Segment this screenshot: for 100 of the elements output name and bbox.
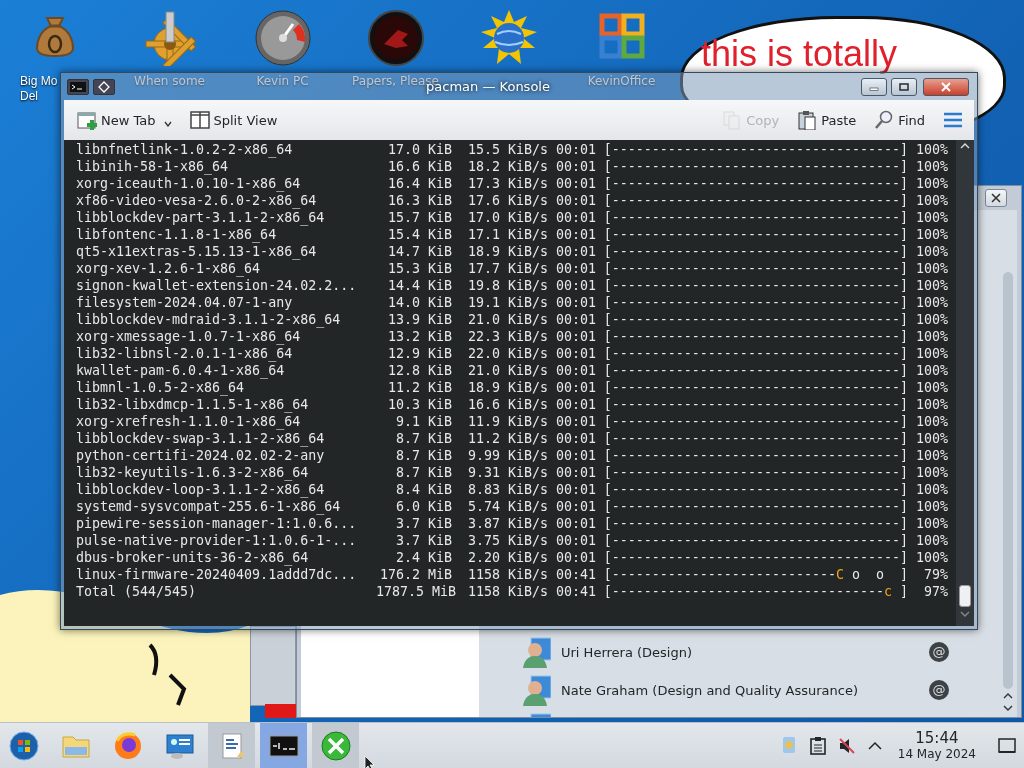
- download-speed: 17.0 KiB/s: [466, 209, 548, 226]
- download-size: 8.7 KiB: [394, 464, 452, 481]
- progress-text: [------------------------------------]: [602, 175, 908, 192]
- download-size: 15.3 KiB: [386, 260, 452, 277]
- scrollbar-thumb[interactable]: [959, 585, 971, 607]
- download-speed: 17.6 KiB/s: [466, 192, 548, 209]
- progress-text: [------------------------------------]: [602, 345, 908, 362]
- package-name: libnfnetlink-1.0.2-2-x86_64: [76, 141, 294, 158]
- package-name: pipewire-session-manager-1:1.0.6...: [76, 515, 358, 532]
- paste-button[interactable]: Paste: [794, 108, 860, 132]
- taskbar-app[interactable]: [312, 723, 359, 768]
- progress-text: [------------------------------------]: [602, 226, 908, 243]
- download-size: 12.8 KiB: [386, 362, 452, 379]
- percent: 100%: [914, 209, 948, 226]
- download-size: 13.9 KiB: [386, 311, 452, 328]
- percent: 100%: [914, 311, 948, 328]
- percent: 100%: [914, 362, 948, 379]
- progress-text: [------------------------------------]: [602, 498, 908, 515]
- copy-icon: [722, 110, 743, 130]
- package-name: python-certifi-2024.02.02-2-any: [76, 447, 326, 464]
- percent: 100%: [914, 328, 948, 345]
- split-view-button[interactable]: Split View: [186, 108, 281, 132]
- scrollbar[interactable]: [956, 140, 974, 626]
- download-speed: 18.9 KiB/s: [466, 379, 548, 396]
- person-icon: [521, 674, 551, 706]
- find-button[interactable]: Find: [871, 108, 928, 132]
- download-size: 10.3 KiB: [386, 396, 452, 413]
- percent: 100%: [914, 277, 948, 294]
- download-speed: 22.0 KiB/s: [466, 345, 548, 362]
- percent: 100%: [914, 447, 948, 464]
- email-button[interactable]: @: [929, 680, 949, 700]
- download-speed: 3.75 KiB/s: [466, 532, 548, 549]
- icon-label: KevinOffice: [587, 74, 656, 89]
- caret-down-icon: [163, 121, 172, 127]
- new-tab-icon: [77, 110, 97, 130]
- package-name: dbus-broker-units-36-2-x86_64: [76, 549, 310, 566]
- download-speed: 22.3 KiB/s: [466, 328, 548, 345]
- new-tab-button[interactable]: New Tab: [74, 108, 175, 132]
- person-icon: [521, 636, 551, 668]
- percent: 97%: [922, 583, 948, 600]
- elapsed-time: 00:01: [554, 260, 596, 277]
- icon-label: Big Mo Del: [20, 74, 59, 104]
- progress-text: [------------------------------------]: [602, 430, 908, 447]
- package-name: filesystem-2024.04.07-1-any: [76, 294, 294, 311]
- download-speed: 9.99 KiB/s: [466, 447, 548, 464]
- progress-text: [------------------------------------]: [602, 447, 908, 464]
- download-speed: 17.1 KiB/s: [466, 226, 548, 243]
- percent: 100%: [914, 260, 948, 277]
- progress-text: [------------------------------------]: [602, 328, 908, 345]
- close-button[interactable]: [985, 189, 1007, 207]
- elapsed-time: 00:01: [554, 430, 596, 447]
- download-size: 16.4 KiB: [386, 175, 452, 192]
- download-size: 2.4 KiB: [394, 549, 452, 566]
- progress-text: [------------------------------------]: [602, 243, 908, 260]
- tray-button[interactable]: [807, 734, 828, 757]
- download-speed: 16.6 KiB/s: [466, 396, 548, 413]
- percent: 100%: [914, 192, 948, 209]
- percent: 100%: [914, 413, 948, 430]
- percent: 100%: [914, 141, 948, 158]
- progress-text: [------------------------------------]: [602, 141, 908, 158]
- download-size: 15.4 KiB: [386, 226, 452, 243]
- icon-label: Kevin PC: [256, 74, 309, 89]
- package-name: kwallet-pam-6.0.4-1-x86_64: [76, 362, 286, 379]
- scrollbar[interactable]: [999, 210, 1017, 717]
- elapsed-time: 00:01: [554, 345, 596, 362]
- taskbar-app[interactable]: [260, 723, 307, 768]
- progress-text: [------------------------------------]: [602, 396, 908, 413]
- elapsed-time: 00:01: [554, 481, 596, 498]
- elapsed-time: 00:41: [554, 583, 596, 600]
- elapsed-time: 00:01: [554, 413, 596, 430]
- clock-button[interactable]: 15:44 14 May 2024: [897, 730, 976, 761]
- download-size: 14.7 KiB: [386, 243, 452, 260]
- bubble-text: this is totally: [701, 35, 898, 73]
- download-speed: 2.20 KiB/s: [466, 549, 548, 566]
- taskbar-app[interactable]: [208, 723, 255, 768]
- diamond-icon: [98, 80, 110, 93]
- download-speed: 18.9 KiB/s: [466, 243, 548, 260]
- progress-text: [------------------------------------]: [602, 209, 908, 226]
- progress-text: [------------------------------------]: [602, 532, 908, 549]
- download-speed: 8.83 KiB/s: [466, 481, 548, 498]
- start-orb-icon: [8, 730, 39, 761]
- elapsed-time: 00:01: [554, 192, 596, 209]
- percent: 100%: [914, 464, 948, 481]
- elapsed-time: 00:01: [554, 328, 596, 345]
- progress-text: [------------------------------------]: [602, 464, 908, 481]
- split-view-icon: [189, 110, 210, 130]
- package-name: xf86-video-vesa-2.6.0-2-x86_64: [76, 192, 318, 209]
- mouse-cursor-icon: [364, 755, 376, 768]
- progress-text: [------------------------------------]: [602, 549, 908, 566]
- elapsed-time: 00:41: [554, 566, 596, 583]
- elapsed-time: 00:01: [554, 277, 596, 294]
- package-name: xorg-iceauth-1.0.10-1-x86_64: [76, 175, 302, 192]
- download-speed: 21.0 KiB/s: [466, 311, 548, 328]
- scrollbar-thumb[interactable]: [1003, 272, 1013, 689]
- download-size: 8.4 KiB: [394, 481, 452, 498]
- progress-text: [----------------------------C o o ]: [602, 566, 908, 583]
- email-button[interactable]: @: [929, 642, 949, 662]
- credit-name: Nate Graham (Design and Quality Assurance): [561, 682, 859, 698]
- maximize-icon: [899, 82, 909, 91]
- download-size: 8.7 KiB: [394, 447, 452, 464]
